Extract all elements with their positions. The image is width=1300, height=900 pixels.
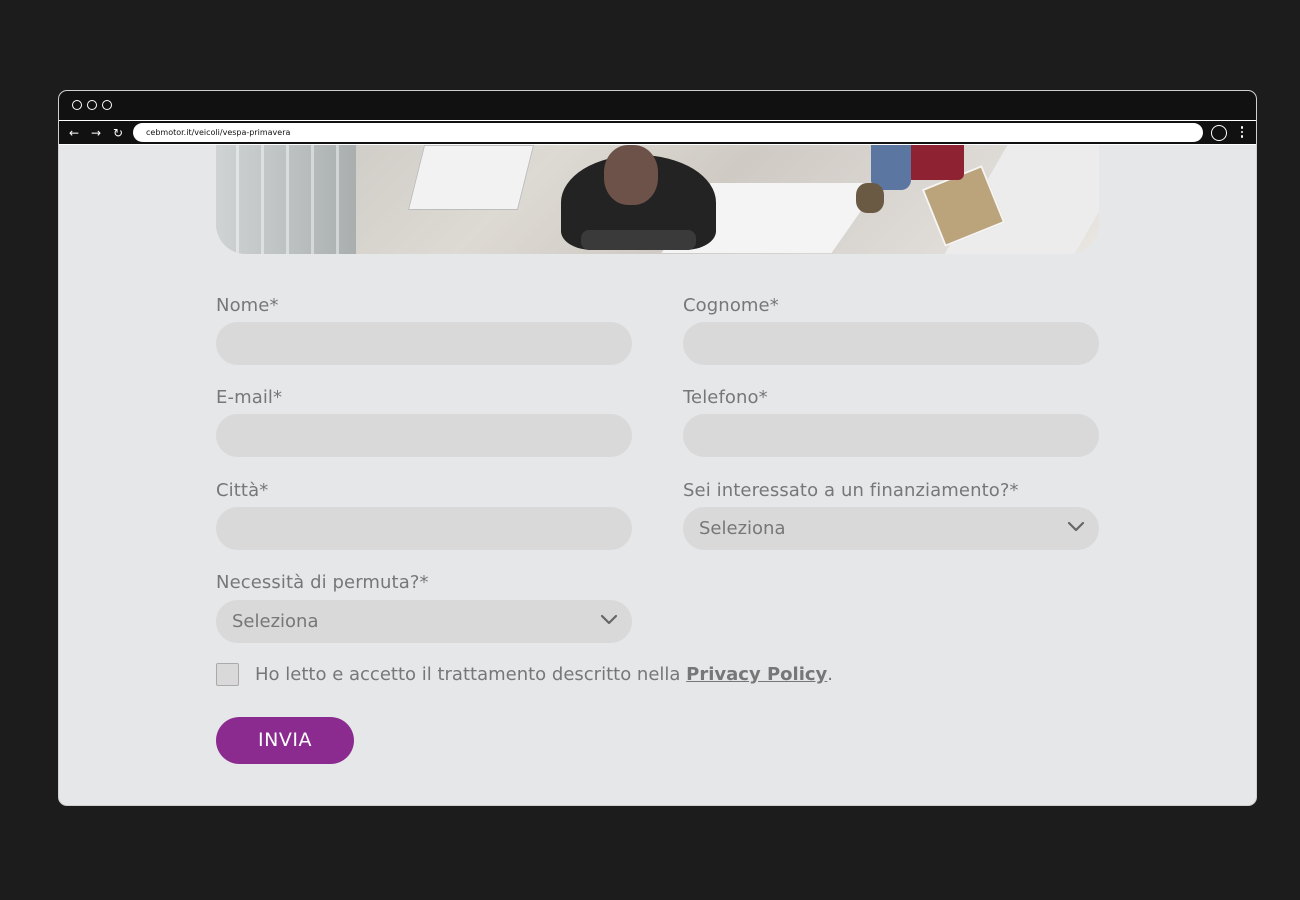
consent-period: . (827, 664, 833, 685)
page-content: Nome* Cognome* E-mail* Telefono* Città* … (59, 145, 1256, 805)
citta-label: Città* (216, 480, 269, 501)
finanziamento-selected-value: Seleziona (699, 518, 786, 539)
consent-label: Ho letto e accetto il trattamento descri… (255, 664, 687, 685)
citta-input[interactable] (216, 507, 632, 550)
email-input[interactable] (216, 414, 632, 457)
window-maximize-dot[interactable] (102, 100, 112, 110)
reload-icon[interactable]: ↻ (109, 123, 127, 143)
profile-icon[interactable] (1211, 125, 1227, 141)
menu-kebab-icon[interactable] (1237, 124, 1247, 142)
window-minimize-dot[interactable] (87, 100, 97, 110)
back-arrow-icon[interactable]: ← (65, 123, 83, 143)
cognome-input[interactable] (683, 322, 1099, 365)
permuta-select[interactable]: Seleziona (216, 600, 632, 643)
consent-text: Ho letto e accetto il trattamento descri… (255, 663, 833, 687)
cognome-label: Cognome* (683, 295, 779, 316)
submit-button[interactable]: INVIA (216, 717, 354, 764)
browser-window: ← → ↻ cebmotor.it/veicoli/vespa-primaver… (58, 90, 1257, 806)
chevron-down-icon (1067, 521, 1085, 532)
window-close-dot[interactable] (72, 100, 82, 110)
contact-form: Nome* Cognome* E-mail* Telefono* Città* … (216, 145, 1099, 805)
permuta-selected-value: Seleziona (232, 611, 319, 632)
privacy-checkbox[interactable] (216, 663, 239, 686)
nome-label: Nome* (216, 295, 279, 316)
email-label: E-mail* (216, 387, 283, 408)
url-field[interactable]: cebmotor.it/veicoli/vespa-primavera (133, 123, 1203, 142)
forward-arrow-icon[interactable]: → (87, 123, 105, 143)
finanziamento-select[interactable]: Seleziona (683, 507, 1099, 550)
telefono-label: Telefono* (683, 387, 768, 408)
chevron-down-icon (600, 614, 618, 625)
telefono-input[interactable] (683, 414, 1099, 457)
finanziamento-label: Sei interessato a un finanziamento?* (683, 480, 1019, 501)
permuta-label: Necessità di permuta?* (216, 572, 429, 593)
privacy-policy-link[interactable]: Privacy Policy (686, 664, 827, 685)
nome-input[interactable] (216, 322, 632, 365)
address-bar-row: ← → ↻ cebmotor.it/veicoli/vespa-primaver… (59, 120, 1256, 145)
title-bar (59, 91, 1256, 120)
